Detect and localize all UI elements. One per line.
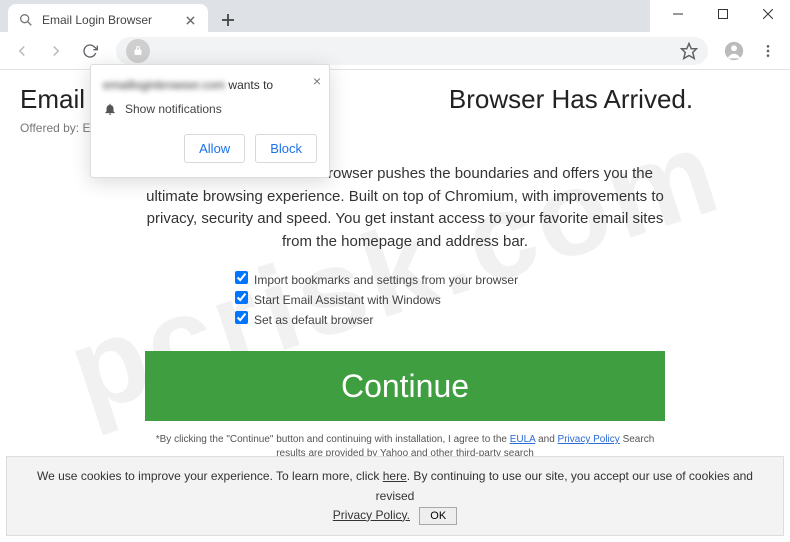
reload-button[interactable]	[76, 37, 104, 65]
continue-button[interactable]: Continue	[145, 351, 665, 421]
minimize-button[interactable]	[655, 0, 700, 28]
notification-prompt: × emailloginbrowser.com wants to Show no…	[90, 64, 330, 178]
install-options: Import bookmarks and settings from your …	[235, 271, 575, 327]
checkbox-startup[interactable]	[235, 291, 248, 304]
cookie-ok-button[interactable]: OK	[419, 507, 457, 525]
privacy-link[interactable]: Privacy Policy	[558, 434, 620, 445]
menu-icon[interactable]	[754, 37, 782, 65]
profile-icon[interactable]	[720, 37, 748, 65]
wants-to-text: wants to	[225, 78, 273, 92]
block-button[interactable]: Block	[255, 134, 317, 163]
close-icon[interactable]	[182, 12, 198, 28]
check-startup[interactable]: Start Email Assistant with Windows	[235, 291, 575, 307]
forward-button[interactable]	[42, 37, 70, 65]
back-button[interactable]	[8, 37, 36, 65]
check-default[interactable]: Set as default browser	[235, 311, 575, 327]
tab-strip: Email Login Browser	[0, 0, 650, 36]
eula-link[interactable]: EULA	[510, 434, 536, 445]
learn-more-link[interactable]: here	[383, 469, 407, 483]
checkbox-import[interactable]	[235, 271, 248, 284]
notification-origin: emailloginbrowser.com	[103, 78, 225, 92]
search-icon	[18, 12, 34, 28]
new-tab-button[interactable]	[214, 6, 242, 34]
bookmark-star-icon[interactable]	[680, 42, 698, 60]
notification-message: Show notifications	[125, 102, 222, 116]
checkbox-default[interactable]	[235, 311, 248, 324]
address-bar[interactable]	[116, 37, 708, 65]
cookie-privacy-link[interactable]: Privacy Policy.	[333, 508, 410, 522]
allow-button[interactable]: Allow	[184, 134, 245, 163]
lock-icon	[126, 39, 150, 63]
close-window-button[interactable]	[745, 0, 790, 28]
close-icon[interactable]: ×	[313, 73, 321, 89]
bell-icon	[103, 102, 117, 116]
maximize-button[interactable]	[700, 0, 745, 28]
cookie-banner: We use cookies to improve your experienc…	[6, 456, 784, 536]
check-import[interactable]: Import bookmarks and settings from your …	[235, 271, 575, 287]
tab-title: Email Login Browser	[42, 13, 152, 27]
